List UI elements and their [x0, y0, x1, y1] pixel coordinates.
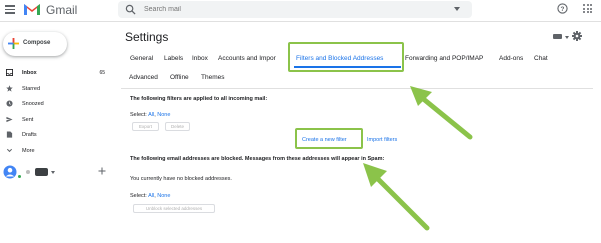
sidebar-item-inbox[interactable]: Inbox 65: [0, 66, 115, 82]
help-icon[interactable]: ?: [557, 3, 568, 14]
search-options-caret-icon[interactable]: [454, 7, 460, 11]
status-caret-icon[interactable]: [51, 171, 55, 174]
status-icon: [26, 170, 30, 174]
sidebar-item-sent[interactable]: Sent: [0, 113, 115, 129]
send-icon: [6, 116, 13, 122]
user-avatar-icon[interactable]: [3, 165, 17, 179]
tab-chat[interactable]: Chat: [534, 55, 548, 62]
inbox-icon: [6, 69, 13, 76]
sidebar-item-snoozed[interactable]: Snoozed: [0, 97, 115, 113]
sidebar-nav: Inbox 65 Starred Snoozed Sent Drafts Mor…: [0, 66, 115, 159]
blocked-select-row: Select: All, None: [130, 193, 170, 199]
sidebar-item-drafts[interactable]: Drafts: [0, 128, 115, 144]
select-label: Select:: [130, 112, 147, 118]
tab-advanced[interactable]: Advanced: [129, 74, 158, 81]
unblock-selected-button[interactable]: Unblock selected addresses: [133, 204, 215, 213]
select-label: Select:: [130, 193, 147, 199]
hangouts-bar: [3, 165, 113, 179]
chevron-down-icon: [6, 148, 13, 152]
input-tools-caret-icon[interactable]: [565, 36, 569, 39]
apps-grid-icon[interactable]: [583, 4, 592, 13]
search-icon[interactable]: [125, 4, 136, 15]
star-icon: [6, 84, 13, 92]
no-blocked-text: You currently have no blocked addresses.: [130, 176, 232, 182]
page-title: Settings: [125, 30, 169, 44]
sidebar-item-label: More: [22, 147, 35, 154]
sidebar-item-label: Starred: [22, 85, 41, 92]
online-status-dot: [17, 174, 22, 179]
svg-text:?: ?: [561, 6, 565, 13]
tab-labels[interactable]: Labels: [164, 55, 183, 62]
clock-icon: [6, 100, 13, 107]
sidebar-item-label: Inbox: [22, 70, 37, 76]
compose-plus-icon: [8, 38, 19, 49]
sidebar-item-more[interactable]: More: [0, 144, 115, 160]
top-bar: Gmail ?: [0, 0, 601, 22]
draft-file-icon: [6, 131, 13, 138]
active-tab-underline: [294, 66, 401, 68]
input-tools-icon[interactable]: [553, 34, 562, 39]
arrow-to-create-filter: [363, 163, 430, 231]
sidebar-item-label: Snoozed: [22, 101, 44, 107]
import-filters-link[interactable]: Import filters: [367, 137, 397, 143]
sidebar-item-label: Drafts: [22, 132, 37, 138]
inbox-count: 65: [99, 70, 105, 76]
compose-button[interactable]: Compose: [3, 32, 67, 56]
add-contact-icon[interactable]: [98, 167, 106, 175]
gear-icon[interactable]: [572, 31, 582, 41]
brand-name: Gmail: [46, 3, 78, 17]
search-bar[interactable]: [118, 1, 472, 18]
tab-add-ons[interactable]: Add-ons: [499, 55, 523, 62]
gmail-logo-icon[interactable]: [23, 2, 41, 16]
tab-themes[interactable]: Themes: [201, 74, 224, 81]
create-new-filter-link[interactable]: Create a new filter: [302, 137, 347, 143]
filters-select-row: Select: All, None: [130, 112, 170, 118]
arrow-to-filters-tab: [410, 86, 473, 140]
tab-forwarding-and-pop-imap[interactable]: Forwarding and POP/IMAP: [405, 55, 483, 62]
account-name-redacted: [35, 168, 48, 176]
compose-label: Compose: [23, 40, 51, 46]
tab-inbox[interactable]: Inbox: [192, 55, 208, 62]
export-button[interactable]: Export: [132, 122, 159, 131]
sidebar-item-label: Sent: [22, 116, 34, 123]
select-none-link[interactable]: None: [157, 193, 170, 199]
delete-button[interactable]: Delete: [165, 122, 190, 131]
tabs-divider: [121, 88, 593, 89]
tab-accounts-and-import[interactable]: Accounts and Impor: [218, 55, 276, 62]
sidebar-item-starred[interactable]: Starred: [0, 82, 115, 98]
tab-general[interactable]: General: [130, 55, 153, 62]
main-menu-icon[interactable]: [5, 5, 15, 14]
blocked-heading: The following email addresses are blocke…: [130, 156, 385, 162]
filters-heading: The following filters are applied to all…: [130, 96, 268, 102]
select-none-link[interactable]: None: [157, 112, 170, 118]
search-input[interactable]: [144, 3, 444, 16]
tab-offline[interactable]: Offline: [170, 74, 189, 81]
